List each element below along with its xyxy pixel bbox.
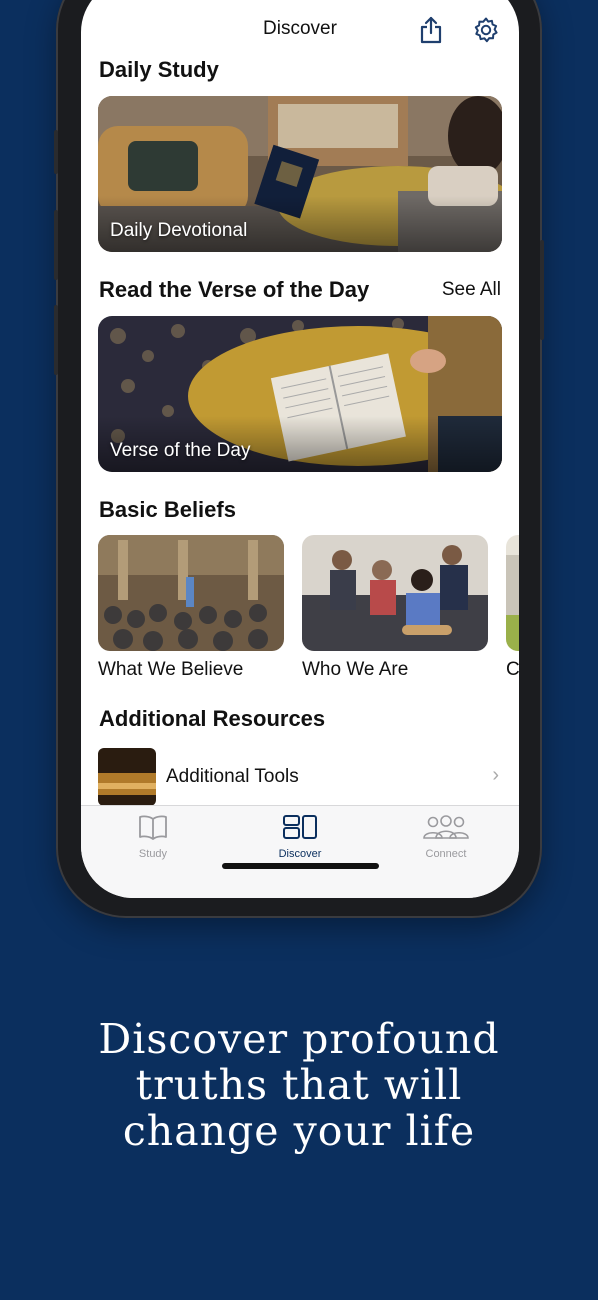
resource-row-additional-tools[interactable]: Additional Tools › <box>98 748 501 806</box>
resource-label: Additional Tools <box>166 766 299 787</box>
tab-label: Connect <box>425 848 467 860</box>
phone-side-button <box>54 305 58 375</box>
belief-label: What We Believe <box>98 659 244 680</box>
tab-bar: Study Discover Connect <box>81 805 519 898</box>
belief-label: C <box>506 659 519 680</box>
app-screen: Discover Daily Study Daily Devotional Re… <box>81 0 519 898</box>
page-title: Discover <box>263 18 337 39</box>
gear-icon[interactable] <box>472 16 500 44</box>
verse-of-the-day-card[interactable]: Verse of the Day <box>98 316 502 472</box>
phone-side-button <box>540 240 544 340</box>
belief-card-who-we-are[interactable]: Who We Are <box>302 535 488 681</box>
home-indicator <box>222 863 379 869</box>
headline-line: Discover profound <box>98 1015 500 1063</box>
card-label-verse-of-the-day: Verse of the Day <box>110 440 251 461</box>
tab-label: Discover <box>278 848 322 860</box>
headline-line: truths that will <box>135 1061 463 1109</box>
partial-belief-image <box>506 535 519 651</box>
book-icon <box>98 814 208 845</box>
daily-devotional-card[interactable]: Daily Devotional <box>98 96 502 252</box>
additional-tools-thumbnail <box>98 748 156 806</box>
tab-discover[interactable]: Discover <box>245 814 355 860</box>
section-title-additional-resources: Additional Resources <box>99 706 326 731</box>
tab-study[interactable]: Study <box>98 814 208 860</box>
section-title-basic-beliefs: Basic Beliefs <box>99 497 236 522</box>
phone-side-button <box>54 210 58 280</box>
who-we-are-image <box>302 535 488 651</box>
belief-card-partial[interactable]: C <box>506 535 519 681</box>
tab-connect[interactable]: Connect <box>391 814 501 860</box>
what-we-believe-image <box>98 535 284 651</box>
discover-icon <box>245 814 355 845</box>
share-icon[interactable] <box>418 16 444 44</box>
chevron-right-icon: › <box>492 764 499 786</box>
headline-line: change your life <box>122 1107 476 1155</box>
belief-label: Who We Are <box>302 659 409 680</box>
see-all-link[interactable]: See All <box>442 279 501 301</box>
people-icon <box>391 814 501 845</box>
belief-card-what-we-believe[interactable]: What We Believe <box>98 535 284 681</box>
card-label-daily-devotional: Daily Devotional <box>110 220 248 241</box>
section-title-daily-study: Daily Study <box>99 57 219 82</box>
section-title-verse: Read the Verse of the Day <box>99 277 370 302</box>
marketing-headline: Discover profound truths that will chang… <box>0 1016 598 1154</box>
tab-label: Study <box>138 848 168 860</box>
phone-side-button <box>54 130 58 174</box>
